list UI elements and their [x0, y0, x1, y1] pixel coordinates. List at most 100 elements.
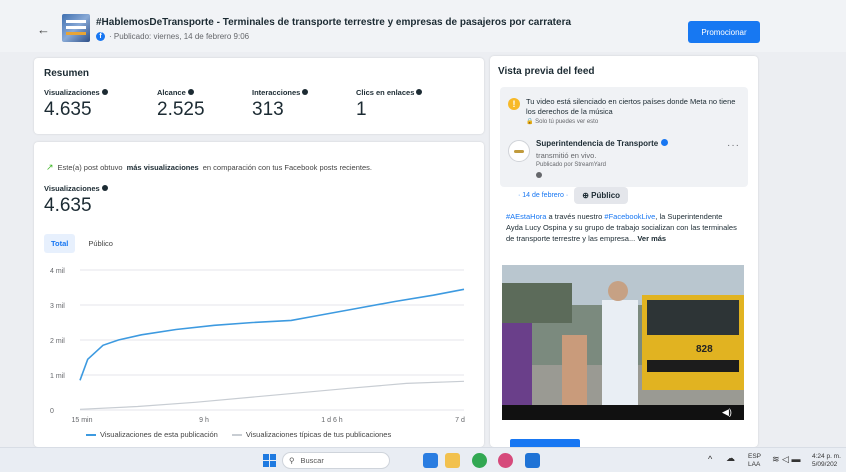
post-date-row: · 14 de febrero · ⊕ Público	[518, 187, 629, 204]
tab-public[interactable]: Público	[81, 234, 120, 253]
y-tick-label: 0	[50, 408, 54, 415]
metric-value: 313	[252, 99, 284, 120]
metric-value: 1	[356, 99, 367, 120]
metric-interactions: Interacciones 313	[252, 88, 309, 121]
y-tick-label: 1 mil	[50, 373, 65, 380]
tray-time: 4:24 p. m.	[812, 453, 841, 460]
metric-label: Alcance	[157, 88, 186, 97]
metric-reach: Alcance 2.525	[157, 88, 205, 121]
tray-date: 5/09/202	[812, 461, 838, 468]
audience-tabs: Total Público	[44, 234, 120, 253]
promote-button[interactable]: Promocionar	[688, 21, 760, 43]
preview-action-bar[interactable]	[510, 439, 580, 447]
app-icon-chrome[interactable]	[472, 453, 487, 468]
trend-prefix: Este(a) post obtuvo	[57, 163, 123, 172]
wifi-volume-battery-icons[interactable]: ≋ ◁ ▬	[772, 455, 800, 464]
audience-chip[interactable]: ⊕ Público	[574, 187, 629, 204]
warning-icon: !	[508, 98, 520, 110]
chart-legend: Visualizaciones de esta publicación Visu…	[86, 430, 391, 439]
live-text: transmitió en vivo.	[536, 151, 597, 160]
info-icon[interactable]	[101, 89, 108, 95]
app-icon-store[interactable]	[525, 453, 540, 468]
metric-link-clicks: Clics en enlaces 1	[356, 88, 423, 121]
publish-date: · Publicado: viernes, 14 de febrero 9:06	[109, 32, 250, 41]
taskbar-search[interactable]: ⚲ Buscar	[282, 452, 390, 469]
page-avatar[interactable]	[508, 140, 530, 162]
published-via: Publicado por StreamYard	[536, 162, 606, 168]
metric-value: 2.525	[157, 99, 205, 120]
views-line-chart: 0 1 mil 2 mil 3 mil 4 mil 15 min 9 h 1 d 6 h 7 d	[50, 268, 465, 424]
legend-label: Visualizaciones típicas de tus publicaci…	[245, 430, 392, 439]
hashtag-facebooklive[interactable]: #FacebookLive	[604, 212, 655, 221]
post-preview-box: ! Tu video está silenciado en ciertos pa…	[500, 87, 748, 187]
legend-label: Visualizaciones de esta publicación	[100, 430, 218, 439]
trend-up-icon: ↗	[46, 162, 54, 172]
feed-preview-card: Vista previa del feed ! Tu video está si…	[490, 56, 758, 447]
trend-suffix: en comparación con tus Facebook posts re…	[202, 163, 372, 172]
search-placeholder: Buscar	[300, 456, 324, 465]
tray-layout: LAA	[748, 461, 761, 468]
video-frame: 828 ◀)	[502, 265, 744, 420]
y-tick-label: 3 mil	[50, 303, 65, 310]
tab-total[interactable]: Total	[44, 234, 76, 253]
post-meta: f · Publicado: viernes, 14 de febrero 9:…	[96, 32, 249, 41]
tray-lang: ESP	[748, 453, 762, 460]
tray-language[interactable]: ESP LAA	[748, 453, 761, 469]
legend-item-this-post: Visualizaciones de esta publicación	[86, 430, 218, 439]
views-chart-card: ↗ Este(a) post obtuvo más visualizacione…	[34, 142, 484, 447]
summary-card: Resumen Visualizaciones 4.635 Alcance 2.…	[34, 58, 484, 134]
app-icon-explorer[interactable]	[445, 453, 460, 468]
volume-icon[interactable]: ◀)	[722, 407, 732, 417]
metric-label: Visualizaciones	[44, 88, 100, 97]
private-note: 🔒 Solo tú puedes ver esto	[526, 119, 599, 125]
metric-label: Interacciones	[252, 88, 301, 97]
info-icon[interactable]	[416, 89, 423, 95]
metric-views: Visualizaciones 4.635	[44, 88, 108, 121]
tray-cloud-icon[interactable]: ☁	[726, 454, 735, 463]
chart-metric-value: 4.635	[44, 195, 92, 216]
info-icon[interactable]	[302, 89, 309, 95]
trend-message: ↗ Este(a) post obtuvo más visualizacione…	[46, 162, 372, 173]
x-tick-label: 9 h	[199, 417, 209, 424]
taskbar: ⚲ Buscar ^ ☁ ESP LAA ≋ ◁ ▬ 4:24 p. m. 5/…	[0, 447, 846, 472]
trend-bold: más visualizaciones	[126, 163, 199, 172]
verified-badge-icon	[661, 139, 669, 146]
legend-item-typical: Visualizaciones típicas de tus publicaci…	[231, 430, 392, 439]
chart-metric-label: Visualizaciones	[44, 184, 100, 193]
post-date-link[interactable]: · 14 de febrero ·	[518, 192, 568, 199]
series-line-this-post	[79, 288, 465, 381]
x-tick-label: 15 min	[71, 417, 92, 424]
app-icon-copilot[interactable]	[423, 453, 438, 468]
x-tick-label: 7 d	[455, 417, 465, 424]
chart-metric: Visualizaciones 4.635	[44, 184, 108, 217]
see-more-link[interactable]: Ver más	[637, 234, 666, 243]
video-player[interactable]: 828 ◀)	[502, 265, 744, 420]
hashtag-aestahora[interactable]: #AEstaHora	[506, 212, 546, 221]
x-tick-label: 1 d 6 h	[321, 417, 343, 424]
y-tick-label: 4 mil	[50, 268, 65, 275]
summary-title: Resumen	[44, 68, 90, 79]
info-icon[interactable]	[101, 185, 108, 191]
windows-start-icon[interactable]	[263, 454, 276, 467]
app-icon-browser[interactable]	[498, 453, 513, 468]
audience-chip-label: Público	[591, 191, 621, 200]
tray-chevron-icon[interactable]: ^	[708, 455, 712, 464]
more-options-icon[interactable]: ···	[727, 140, 740, 151]
metric-value: 4.635	[44, 99, 92, 120]
muted-warning: Tu video está silenciado en ciertos país…	[526, 97, 736, 116]
post-title: #HablemosDeTransporte - Terminales de tr…	[96, 17, 572, 28]
page-name[interactable]: Superintendencia de Transporte	[536, 139, 669, 148]
series-line-typical	[79, 380, 465, 410]
info-icon[interactable]	[187, 89, 194, 95]
post-header: ← #HablemosDeTransporte - Terminales de …	[0, 0, 846, 52]
bus-number: 828	[696, 344, 713, 355]
preview-title: Vista previa del feed	[498, 66, 595, 77]
tray-clock[interactable]: 4:24 p. m. 5/09/202	[812, 453, 841, 469]
facebook-icon: f	[96, 32, 105, 41]
page-name-text[interactable]: Superintendencia de Transporte	[536, 139, 658, 148]
post-thumbnail	[62, 14, 90, 42]
back-arrow-icon[interactable]: ←	[37, 22, 50, 37]
post-caption: #AEstaHora a través nuestro #FacebookLiv…	[506, 211, 740, 244]
y-tick-label: 2 mil	[50, 338, 65, 345]
metric-label: Clics en enlaces	[356, 88, 415, 97]
